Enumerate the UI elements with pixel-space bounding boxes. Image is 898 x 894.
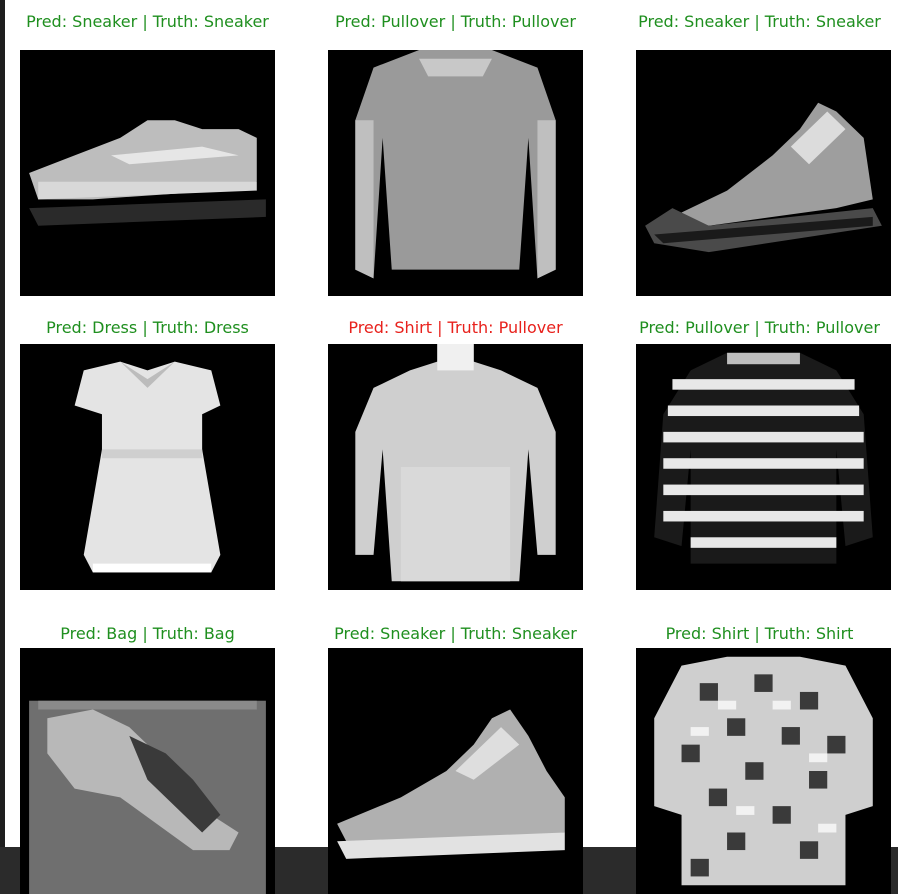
panel-title: Pred: Dress | Truth: Dress	[46, 318, 249, 337]
panel-title: Pred: Shirt | Truth: Shirt	[665, 624, 854, 643]
panel-9: Pred: Shirt | Truth: Shirt	[621, 622, 898, 894]
panel-title: Pred: Sneaker | Truth: Sneaker	[26, 12, 269, 31]
shirt-image	[636, 648, 891, 894]
bag-image	[20, 648, 275, 894]
panel-7: Pred: Bag | Truth: Bag	[5, 622, 290, 894]
panel-title: Pred: Sneaker | Truth: Sneaker	[638, 12, 881, 31]
sneaker-image	[20, 50, 275, 296]
shirt-image	[328, 344, 583, 590]
panel-4: Pred: Dress | Truth: Dress	[5, 316, 290, 606]
panel-title: Pred: Sneaker | Truth: Sneaker	[334, 624, 577, 643]
panel-title: Pred: Bag | Truth: Bag	[60, 624, 235, 643]
prediction-grid-figure: Pred: Sneaker | Truth: Sneaker Pred: Pul…	[5, 0, 898, 894]
dress-image	[20, 344, 275, 590]
panel-6: Pred: Pullover | Truth: Pullover	[621, 316, 898, 606]
striped-pullover-image	[636, 344, 891, 590]
sneaker-image	[636, 50, 891, 296]
panel-2: Pred: Pullover | Truth: Pullover	[313, 10, 598, 300]
panel-title: Pred: Pullover | Truth: Pullover	[335, 12, 576, 31]
panel-3: Pred: Sneaker | Truth: Sneaker	[621, 10, 898, 300]
panel-5: Pred: Shirt | Truth: Pullover	[313, 316, 598, 606]
panel-title: Pred: Pullover | Truth: Pullover	[639, 318, 880, 337]
sneaker-image	[328, 648, 583, 894]
panel-1: Pred: Sneaker | Truth: Sneaker	[5, 10, 290, 300]
panel-8: Pred: Sneaker | Truth: Sneaker	[313, 622, 598, 894]
pullover-image	[328, 50, 583, 296]
panel-title: Pred: Shirt | Truth: Pullover	[348, 318, 563, 337]
